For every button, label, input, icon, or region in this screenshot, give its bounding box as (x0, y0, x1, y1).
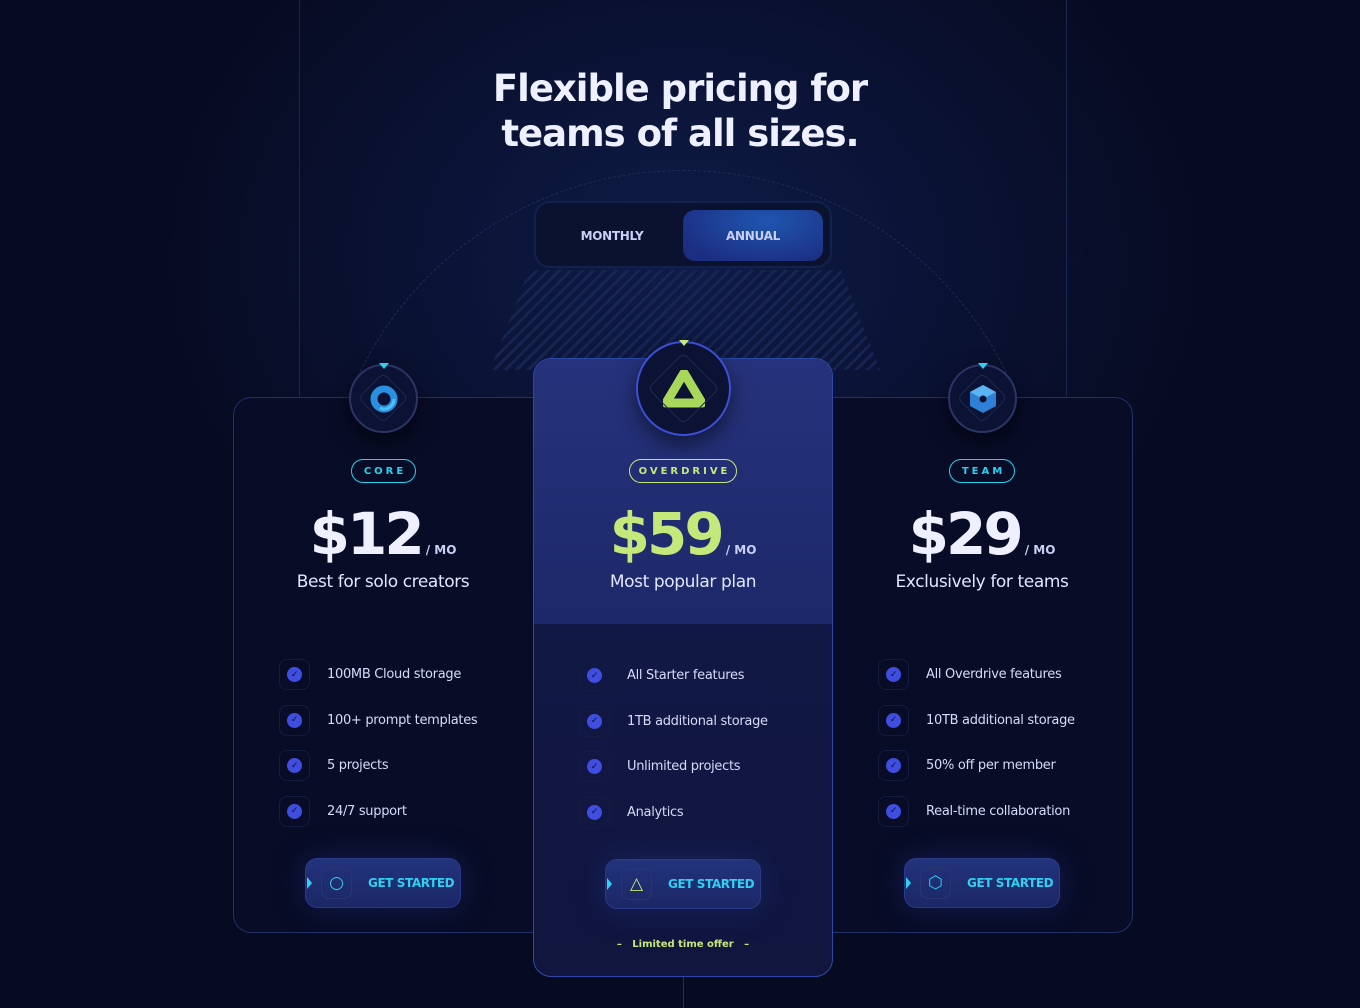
check-icon: ✓ (579, 751, 610, 782)
feature-item: ✓ 10TB additional storage (878, 704, 1075, 736)
feature-item: ✓ Real-time collaboration (878, 795, 1071, 827)
button-label: GET STARTED (668, 877, 755, 891)
check-icon: ✓ (279, 795, 310, 827)
overdrive-emblem (636, 340, 731, 436)
billing-toggle: MONTHLY ANNUAL (534, 201, 832, 268)
check-icon: ✓ (279, 704, 310, 736)
plan-badge: TEAM (949, 459, 1015, 483)
plan-price: $29/ MO (908, 500, 1056, 568)
limited-offer-note: – Limited time offer – (616, 939, 750, 950)
feature-label: Analytics (627, 804, 684, 820)
toggle-monthly[interactable]: MONTHLY (542, 210, 682, 261)
decor-line (1066, 0, 1067, 400)
feature-item: ✓ 24/7 support (279, 795, 407, 827)
check-icon: ✓ (878, 795, 909, 827)
feature-label: 100+ prompt templates (327, 712, 478, 728)
check-icon: ✓ (878, 750, 909, 781)
check-icon: ✓ (579, 705, 610, 737)
get-started-button-team[interactable]: ⬡ GET STARTED (904, 858, 1060, 908)
get-started-button-overdrive[interactable]: △ GET STARTED (605, 859, 761, 909)
feature-label: 1TB additional storage (627, 713, 768, 729)
feature-label: Unlimited projects (627, 759, 741, 774)
plan-price: $12/ MO (309, 500, 457, 568)
feature-label: All Overdrive features (926, 667, 1062, 682)
check-icon: ✓ (279, 750, 310, 781)
feature-label: Real-time collaboration (926, 803, 1071, 819)
feature-label: 24/7 support (327, 803, 407, 819)
decor-line (299, 0, 300, 400)
feature-label: All Starter features (627, 668, 745, 683)
plan-tagline: Most popular plan (609, 572, 757, 592)
feature-item: ✓ 50% off per member (878, 750, 1056, 781)
triangle-outline-icon: △ (621, 868, 652, 900)
check-icon: ✓ (579, 796, 610, 828)
feature-label: 50% off per member (926, 758, 1056, 773)
check-icon: ✓ (579, 660, 610, 691)
plan-tagline: Best for solo creators (296, 572, 470, 592)
feature-item: ✓ Analytics (579, 796, 684, 828)
feature-label: 5 projects (327, 758, 389, 773)
get-started-button-core[interactable]: ○ GET STARTED (305, 858, 461, 908)
core-emblem (349, 363, 418, 433)
feature-item: ✓ 100+ prompt templates (279, 704, 478, 736)
feature-item: ✓ All Starter features (579, 660, 745, 691)
plan-tagline: Exclusively for teams (895, 572, 1069, 592)
decor-line (683, 977, 684, 1008)
feature-item: ✓ 5 projects (279, 750, 389, 781)
circle-icon: ○ (321, 867, 352, 899)
button-label: GET STARTED (368, 876, 455, 890)
toggle-annual[interactable]: ANNUAL (683, 210, 823, 261)
feature-item: ✓ 1TB additional storage (579, 705, 768, 737)
plan-badge: OVERDRIVE (629, 459, 737, 483)
plan-price: $59/ MO (609, 500, 757, 568)
feature-label: 10TB additional storage (926, 712, 1075, 728)
plan-badge: CORE (351, 459, 416, 483)
feature-item: ✓ 100MB Cloud storage (279, 659, 461, 690)
feature-item: ✓ Unlimited projects (579, 751, 741, 782)
check-icon: ✓ (279, 659, 310, 690)
check-icon: ✓ (878, 659, 909, 690)
button-label: GET STARTED (967, 876, 1054, 890)
page-title: Flexible pricing for teams of all sizes. (492, 67, 868, 155)
team-emblem (948, 363, 1017, 433)
feature-label: 100MB Cloud storage (327, 667, 462, 682)
feature-item: ✓ All Overdrive features (878, 659, 1062, 690)
hexagon-icon: ⬡ (920, 867, 951, 899)
check-icon: ✓ (878, 704, 909, 736)
